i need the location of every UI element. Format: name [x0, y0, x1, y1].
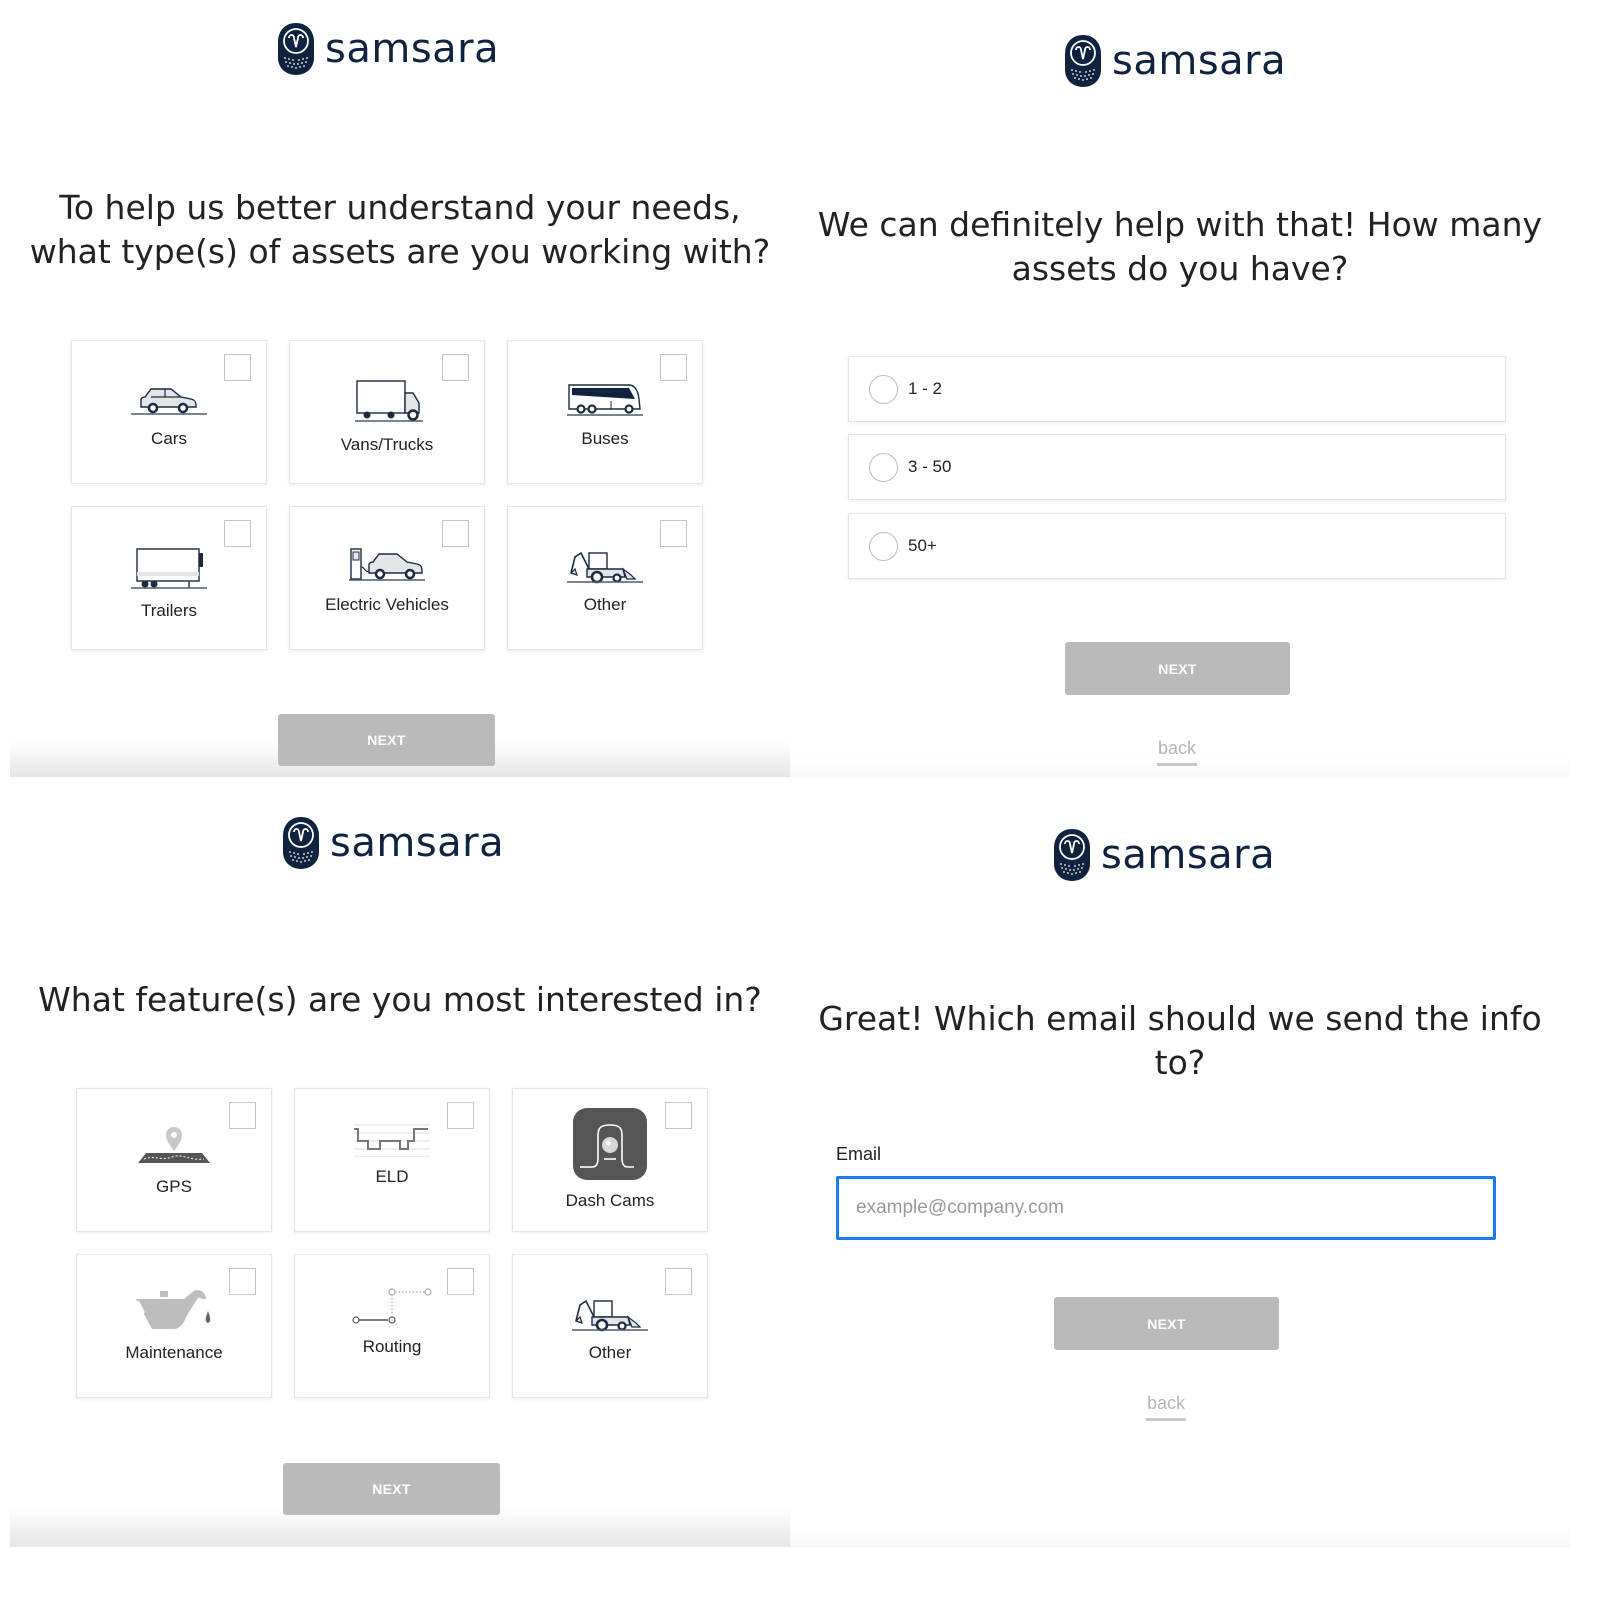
brand-name: samsara — [1101, 832, 1276, 878]
next-button[interactable]: NEXT — [1054, 1297, 1279, 1350]
brand-name: samsara — [325, 26, 500, 72]
count-option-50-plus[interactable]: 50+ — [848, 513, 1506, 579]
back-label: back — [1146, 1393, 1186, 1413]
checkbox[interactable] — [224, 354, 251, 381]
owl-logo-icon — [277, 22, 315, 76]
owl-logo-icon — [282, 816, 320, 870]
asset-option-other[interactable]: Other — [507, 506, 703, 650]
asset-option-trailers[interactable]: Trailers — [71, 506, 267, 650]
next-button[interactable]: NEXT — [1065, 642, 1290, 695]
backhoe-icon — [565, 539, 645, 585]
checkbox[interactable] — [665, 1268, 692, 1295]
backhoe-icon — [570, 1287, 650, 1333]
step-features-panel: samsara What feature(s) are you most int… — [10, 800, 790, 1590]
radio-button[interactable] — [869, 374, 898, 404]
option-label: Electric Vehicles — [325, 595, 449, 614]
back-label: back — [1157, 738, 1197, 758]
feature-option-gps[interactable]: GPS — [76, 1088, 272, 1232]
route-icon — [352, 1287, 432, 1327]
option-label: ELD — [375, 1167, 409, 1186]
asset-type-grid: Cars Vans/Trucks Buses Trailers Electric… — [71, 340, 703, 650]
option-label: Cars — [151, 429, 187, 448]
option-label: 3 - 50 — [908, 457, 952, 476]
dash-cam-icon — [570, 1107, 650, 1181]
step-asset-count-panel: samsara We can definitely help with that… — [790, 0, 1570, 790]
email-input[interactable] — [836, 1176, 1496, 1240]
count-option-3-50[interactable]: 3 - 50 — [848, 434, 1506, 500]
asset-option-electric-vehicles[interactable]: Electric Vehicles — [289, 506, 485, 650]
checkbox[interactable] — [229, 1102, 256, 1129]
option-label: Maintenance — [125, 1343, 223, 1362]
checkbox[interactable] — [447, 1268, 474, 1295]
feature-option-eld[interactable]: ELD — [294, 1088, 490, 1232]
back-underline — [1146, 1418, 1186, 1421]
radio-button[interactable] — [869, 531, 898, 561]
checkbox[interactable] — [229, 1268, 256, 1295]
samsara-logo: samsara — [282, 816, 504, 870]
feature-grid: GPS ELD Dash Cams Maintenance Routing Ot… — [76, 1088, 708, 1398]
truck-icon — [347, 373, 427, 425]
option-label: Trailers — [140, 601, 198, 620]
option-label: GPS — [156, 1177, 192, 1196]
feature-option-routing[interactable]: Routing — [294, 1254, 490, 1398]
oil-can-icon — [134, 1287, 214, 1333]
back-link[interactable]: back — [1157, 738, 1197, 766]
checkbox[interactable] — [660, 354, 687, 381]
option-label: Vans/Trucks — [340, 435, 434, 454]
samsara-logo: samsara — [277, 22, 499, 76]
checkbox[interactable] — [224, 520, 251, 547]
owl-logo-icon — [1053, 828, 1091, 882]
samsara-logo: samsara — [1053, 828, 1275, 882]
option-label: 50+ — [908, 536, 937, 555]
page-title: To help us better understand your needs,… — [29, 188, 771, 271]
checkbox[interactable] — [447, 1102, 474, 1129]
eld-log-icon — [352, 1121, 432, 1157]
back-link[interactable]: back — [1146, 1393, 1186, 1421]
asset-option-vans-trucks[interactable]: Vans/Trucks — [289, 340, 485, 484]
option-label: Other — [588, 1343, 632, 1362]
checkbox[interactable] — [442, 354, 469, 381]
option-label: Other — [583, 595, 627, 614]
brand-name: samsara — [330, 820, 505, 866]
asset-option-cars[interactable]: Cars — [71, 340, 267, 484]
page-title: Great! Which email should we send the in… — [818, 999, 1542, 1082]
checkbox[interactable] — [442, 520, 469, 547]
back-underline — [1157, 763, 1197, 766]
asset-option-buses[interactable]: Buses — [507, 340, 703, 484]
samsara-logo: samsara — [1064, 34, 1286, 88]
feature-option-dash-cams[interactable]: Dash Cams — [512, 1088, 708, 1232]
step-email-panel: samsara Great! Which email should we sen… — [790, 800, 1570, 1590]
bottom-fade — [790, 1527, 1570, 1547]
feature-option-maintenance[interactable]: Maintenance — [76, 1254, 272, 1398]
option-label: 1 - 2 — [908, 379, 943, 398]
option-label: Buses — [581, 429, 629, 448]
page-title: What feature(s) are you most interested … — [38, 980, 762, 1019]
feature-option-other[interactable]: Other — [512, 1254, 708, 1398]
count-option-1-2[interactable]: 1 - 2 — [848, 356, 1506, 422]
owl-logo-icon — [1064, 34, 1102, 88]
step-asset-types-panel: samsara To help us better understand you… — [10, 0, 790, 790]
car-icon — [129, 373, 209, 419]
trailer-icon — [129, 539, 209, 591]
checkbox[interactable] — [660, 520, 687, 547]
option-label: Dash Cams — [565, 1191, 655, 1210]
page-title: We can definitely help with that! How ma… — [817, 205, 1543, 288]
option-label: Routing — [362, 1337, 422, 1356]
brand-name: samsara — [1112, 38, 1287, 84]
bus-icon — [565, 373, 645, 419]
checkbox[interactable] — [665, 1102, 692, 1129]
email-label: Email — [836, 1144, 882, 1164]
map-pin-icon — [134, 1121, 214, 1167]
next-button[interactable]: NEXT — [283, 1463, 500, 1515]
next-button[interactable]: NEXT — [278, 714, 495, 766]
radio-button[interactable] — [869, 452, 898, 482]
ev-charging-icon — [347, 539, 427, 585]
